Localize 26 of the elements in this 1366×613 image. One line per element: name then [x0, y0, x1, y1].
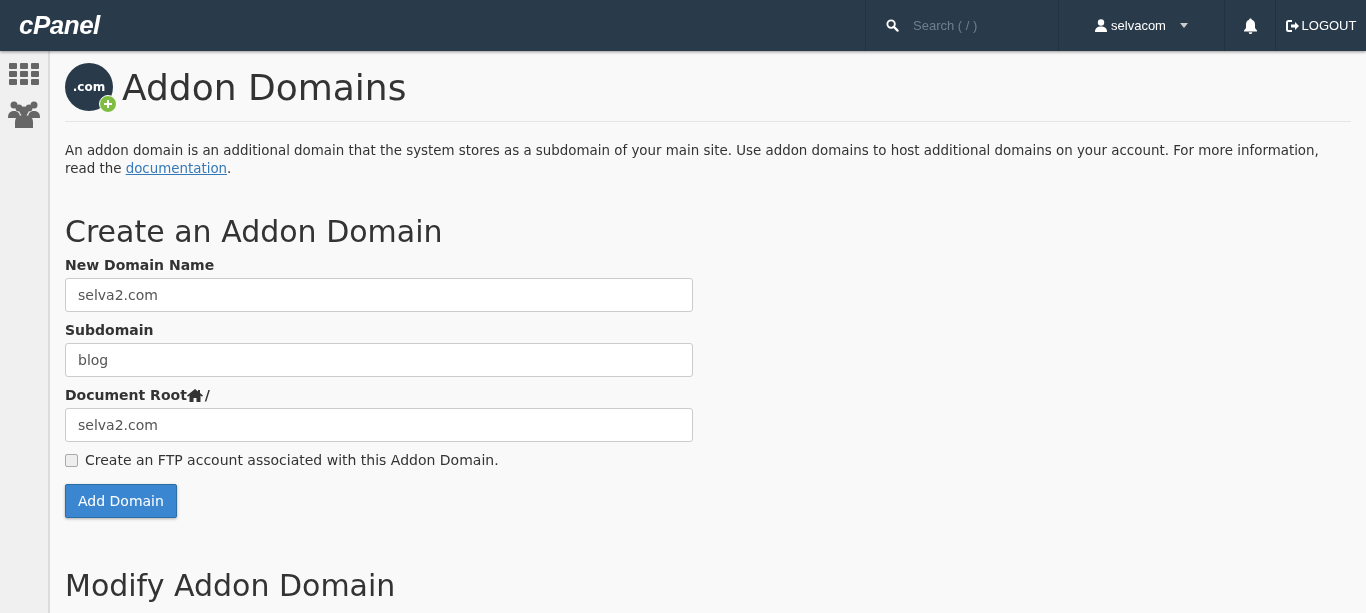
cpanel-logo[interactable]: cPanel	[19, 10, 100, 41]
documentation-link[interactable]: documentation	[125, 161, 228, 176]
page-title: Addon Domains	[122, 66, 407, 108]
ftp-checkbox[interactable]	[65, 453, 78, 467]
description-text: An addon domain is an additional domain that the system stores as a subdomain of your main site. Use addon domains to host additional domains on your account. For more information, read the documentation.	[65, 142, 1320, 178]
field-label-text: Document Root	[65, 387, 187, 403]
input-field[interactable]: blog	[65, 343, 693, 377]
field-label: Subdomain	[65, 322, 155, 338]
field-label: New Domain Name	[65, 257, 216, 273]
user-icon	[1095, 19, 1108, 32]
bell-icon	[1242, 17, 1258, 34]
section-title: Create an Addon Domain	[65, 214, 444, 249]
search-icon	[886, 19, 899, 32]
logout-button[interactable]: LOGOUT	[1275, 0, 1366, 51]
input-field[interactable]: selva2.com	[65, 408, 693, 442]
section-title: Modify Addon Domain	[65, 568, 397, 604]
user-menu[interactable]: selvacom	[1058, 0, 1224, 51]
add-domain-button[interactable]: Add Domain	[65, 484, 177, 518]
path-slash: /	[204, 387, 210, 403]
input-field[interactable]: selva2.com	[65, 278, 693, 312]
users-icon[interactable]	[8, 100, 40, 128]
caret-icon	[1179, 23, 1188, 28]
logout-icon	[1285, 19, 1299, 32]
search-field[interactable]: Search ( / )	[911, 17, 1045, 34]
grid-icon[interactable]	[9, 63, 39, 85]
checkbox-label: Create an FTP account associated with this Addon Domain.	[85, 452, 499, 468]
